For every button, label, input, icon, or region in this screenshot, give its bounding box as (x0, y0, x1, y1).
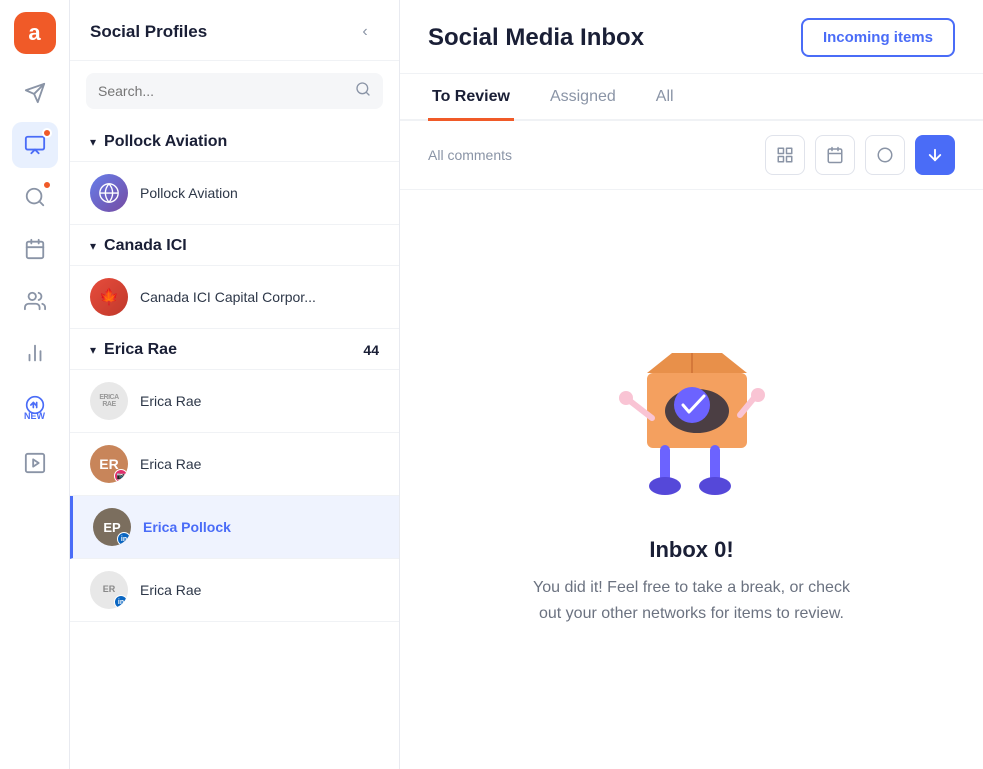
nav-new[interactable]: NEW (12, 382, 58, 434)
group-erica-rae[interactable]: ▾ Erica Rae 44 (70, 329, 399, 370)
page-title: Social Media Inbox (428, 24, 644, 52)
tab-to-review[interactable]: To Review (428, 74, 514, 121)
main-header: Social Media Inbox Incoming items (400, 0, 983, 74)
tab-bar: To Review Assigned All (400, 74, 983, 121)
nav-analytics[interactable] (12, 330, 58, 376)
group-canada-ici[interactable]: ▾ Canada ICI (70, 225, 399, 266)
chevron-icon: ▾ (90, 239, 96, 253)
avatar: 🍁 (90, 278, 128, 316)
search-badge (42, 180, 52, 190)
group-pollock-aviation[interactable]: ▾ Pollock Aviation (70, 121, 399, 162)
search-box[interactable] (86, 73, 383, 109)
list-item[interactable]: 🍁 Canada ICI Capital Corpor... (70, 266, 399, 329)
nav-inbox[interactable] (12, 122, 58, 168)
nav-search[interactable] (12, 174, 58, 220)
sidebar-header: Social Profiles ‹ (70, 0, 399, 61)
filter-layout-button[interactable] (765, 135, 805, 175)
filter-sort-button[interactable] (915, 135, 955, 175)
chevron-icon: ▾ (90, 343, 96, 357)
nav-team[interactable] (12, 278, 58, 324)
left-navigation: a NEW (0, 0, 70, 769)
tab-all[interactable]: All (652, 74, 678, 121)
platform-badge: 📷 (114, 469, 128, 483)
inbox-illustration (592, 333, 792, 513)
profile-name: Erica Rae (140, 582, 201, 598)
inbox-zero-title: Inbox 0! (649, 537, 733, 563)
incoming-items-button[interactable]: Incoming items (801, 18, 955, 57)
group-name: Pollock Aviation (104, 133, 379, 151)
profile-name: Pollock Aviation (140, 185, 238, 201)
avatar: ER 📷 (90, 445, 128, 483)
platform-badge: in (117, 532, 131, 546)
profile-name: Erica Rae (140, 456, 201, 472)
inbox-badge (42, 128, 52, 138)
filter-label: All comments (428, 147, 755, 163)
profile-name: Erica Pollock (143, 519, 231, 535)
nav-calendar[interactable] (12, 226, 58, 272)
search-icon (355, 81, 371, 101)
group-name: Erica Rae (104, 341, 355, 359)
tab-assigned[interactable]: Assigned (546, 74, 620, 121)
list-item[interactable]: ERICARAE Erica Rae (70, 370, 399, 433)
list-item[interactable]: Pollock Aviation (70, 162, 399, 225)
profile-name: Canada ICI Capital Corpor... (140, 289, 316, 305)
nav-send[interactable] (12, 70, 58, 116)
platform-badge: in (114, 595, 128, 609)
list-item[interactable]: EP in Erica Pollock (70, 496, 399, 559)
list-item[interactable]: ER 📷 Erica Rae (70, 433, 399, 496)
filter-check-button[interactable] (865, 135, 905, 175)
filter-bar: All comments (400, 121, 983, 190)
profile-name: Erica Rae (140, 393, 201, 409)
avatar (90, 174, 128, 212)
sidebar-title: Social Profiles (90, 22, 207, 42)
collapse-button[interactable]: ‹ (351, 18, 379, 46)
group-name: Canada ICI (104, 237, 379, 255)
group-count: 44 (363, 342, 379, 358)
search-input[interactable] (98, 83, 347, 99)
avatar: ERICARAE (90, 382, 128, 420)
sidebar: Social Profiles ‹ ▾ Pollock Aviation Pol… (70, 0, 400, 769)
nav-media[interactable] (12, 440, 58, 486)
inbox-empty-state: Inbox 0! You did it! Feel free to take a… (400, 190, 983, 769)
filter-calendar-button[interactable] (815, 135, 855, 175)
main-content: Social Media Inbox Incoming items To Rev… (400, 0, 983, 769)
inbox-zero-description: You did it! Feel free to take a break, o… (532, 575, 852, 626)
chevron-icon: ▾ (90, 135, 96, 149)
avatar: ER in (90, 571, 128, 609)
avatar: EP in (93, 508, 131, 546)
app-logo[interactable]: a (14, 12, 56, 54)
new-label: NEW (24, 411, 45, 421)
list-item[interactable]: ER in Erica Rae (70, 559, 399, 622)
